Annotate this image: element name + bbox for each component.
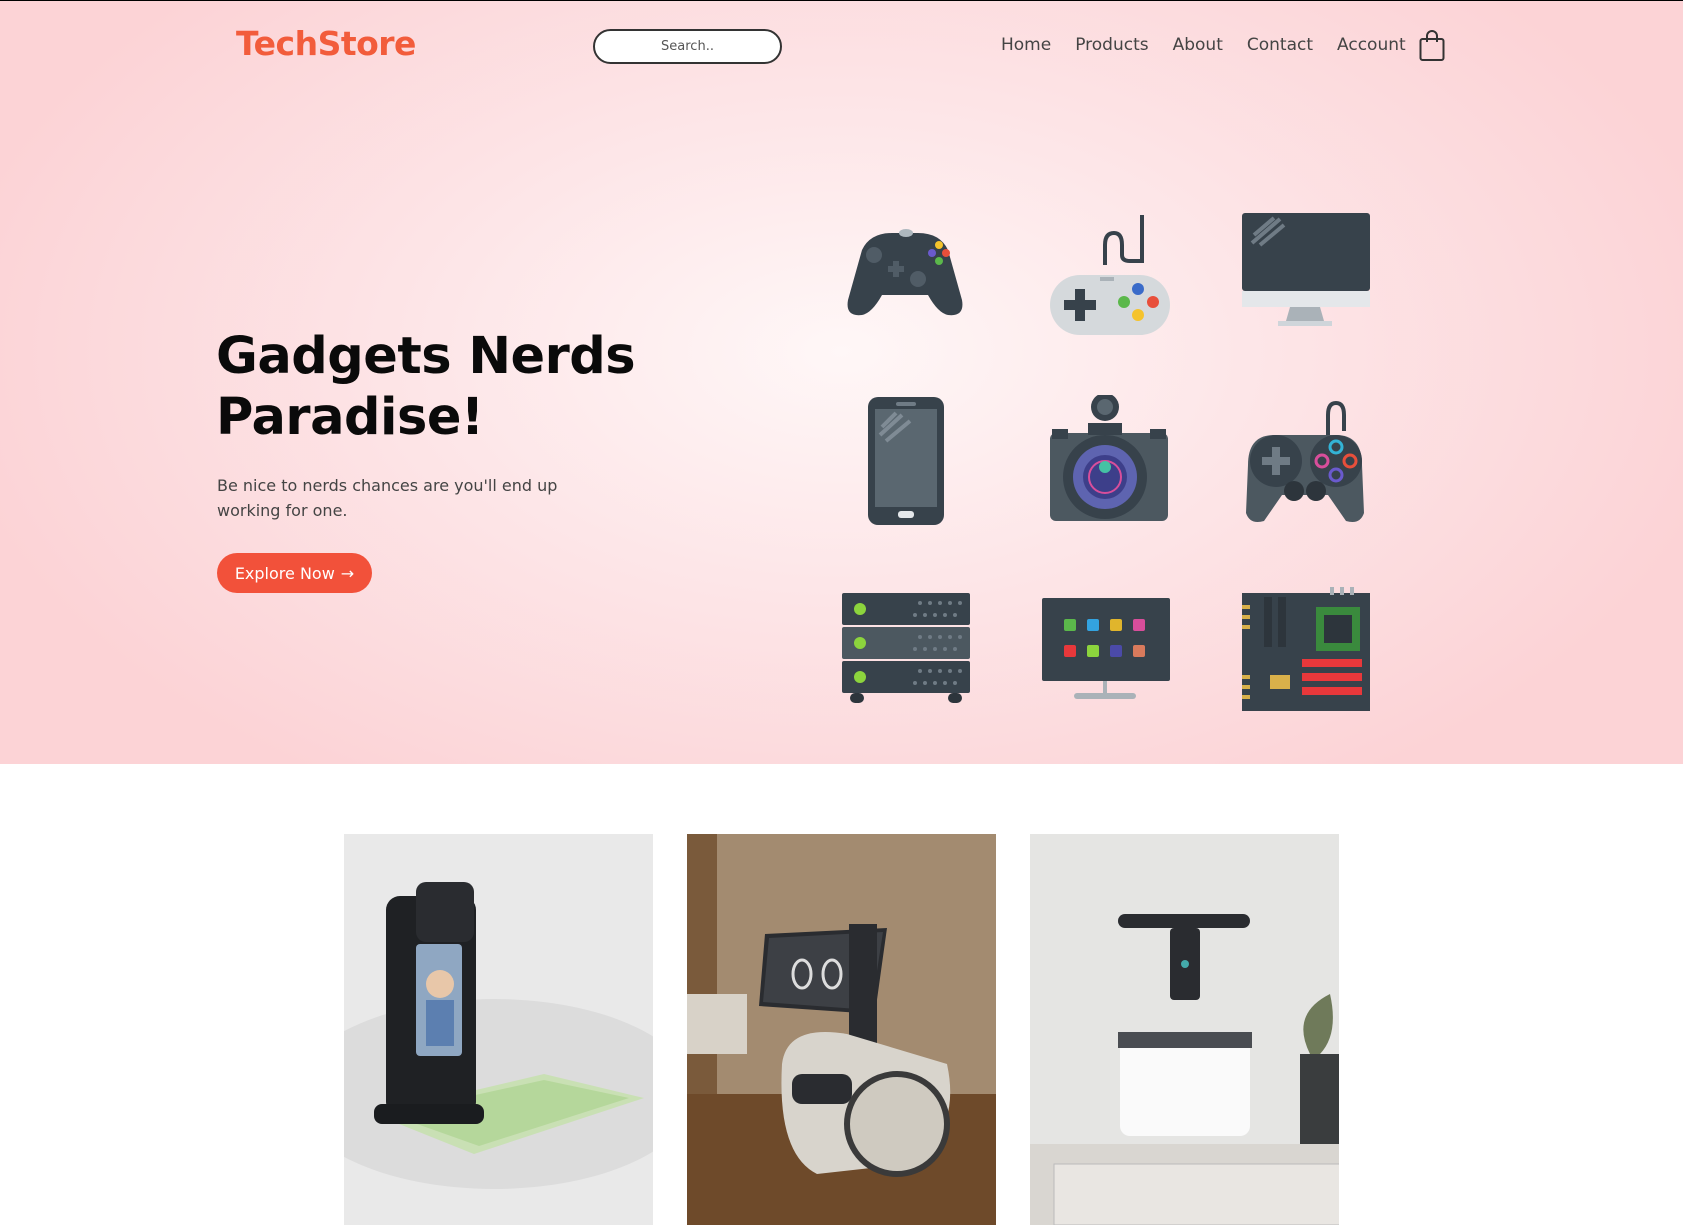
explore-now-button[interactable]: Explore Now → [217, 553, 372, 593]
xbox-controller-icon [847, 229, 963, 316]
camera-icon [1050, 395, 1168, 521]
security-drone-image[interactable] [1030, 834, 1339, 1225]
search-input[interactable]: Search.. [593, 29, 782, 64]
hero-subtitle: Be nice to nerds chances are you'll end … [217, 476, 558, 520]
gamepad-icon [1246, 400, 1364, 522]
product-cards [0, 834, 1683, 1225]
nav-about[interactable]: About [1173, 35, 1223, 55]
motherboard-icon [1242, 587, 1370, 711]
smart-tv-icon [1042, 598, 1170, 699]
nav-home[interactable]: Home [1001, 35, 1051, 55]
hero-title: Gadgets Nerds Paradise! [216, 326, 636, 448]
hero-title-line2: Paradise! [216, 388, 484, 447]
cta-label: Explore Now [234, 563, 335, 583]
main-nav: Home Products About Contact Account [1001, 35, 1430, 55]
site-header: TechStore Search.. Home Products About C… [0, 0, 1683, 95]
server-rack-icon [842, 593, 970, 703]
nav-account[interactable]: Account [1337, 35, 1406, 55]
nav-contact[interactable]: Contact [1247, 35, 1313, 55]
smartphone-icon [868, 397, 944, 525]
nav-products[interactable]: Products [1075, 35, 1148, 55]
retro-gamepad-icon [1050, 215, 1170, 335]
arrow-right-icon: → [340, 563, 355, 583]
desktop-monitor-icon [1242, 213, 1370, 326]
video-projector-device-image[interactable] [344, 834, 653, 1225]
gadget-icon-grid [840, 205, 1375, 715]
hero-title-line1: Gadgets Nerds [216, 327, 636, 386]
home-robot-image[interactable] [687, 834, 996, 1225]
search-placeholder: Search.. [661, 39, 714, 54]
brand-logo[interactable]: TechStore [236, 24, 416, 63]
shopping-bag-icon[interactable] [1419, 30, 1445, 62]
